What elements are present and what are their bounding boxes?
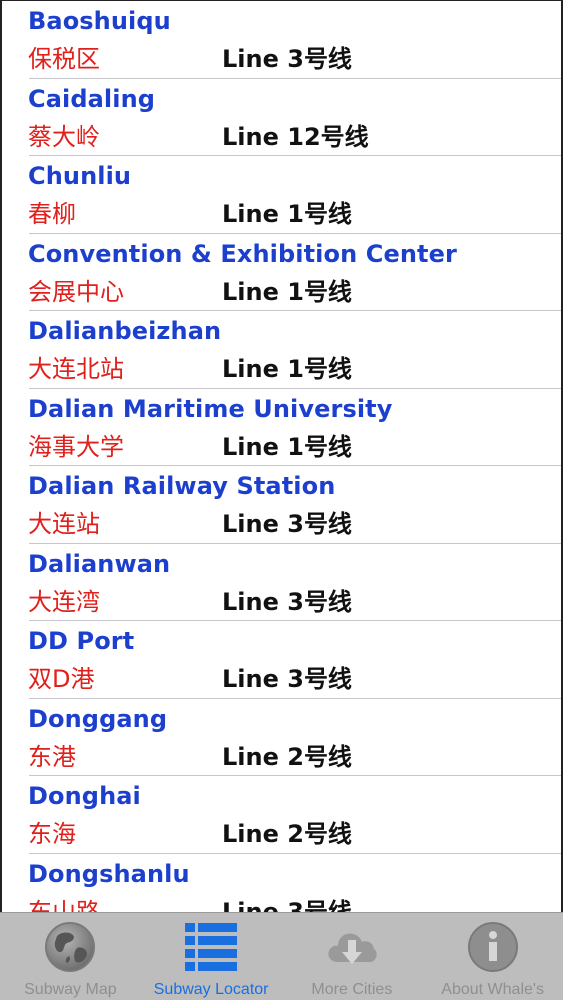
station-name-cn: 会展中心 — [28, 277, 124, 306]
station-name-cn: 东山路 — [28, 897, 100, 913]
tab-label: About Whale's — [441, 981, 544, 998]
station-name-en: Caidaling — [28, 84, 156, 113]
station-name-en: Dalian Railway Station — [28, 472, 336, 500]
cloud-download-icon — [324, 919, 380, 975]
station-name-cn: 春柳 — [28, 200, 76, 228]
station-name-en: Dongshanlu — [28, 859, 190, 888]
station-name-cn: 东海 — [28, 820, 76, 848]
station-line: Line 3号线 — [222, 897, 352, 913]
station-row[interactable]: Baoshuiqu 保税区 Line 3号线 — [2, 1, 561, 79]
station-line: Line 3号线 — [222, 587, 352, 616]
station-name-en: Chunliu — [28, 162, 132, 190]
station-name-en: Dalianbeizhan — [28, 317, 222, 345]
station-row[interactable]: Donghai 东海 Line 2号线 — [2, 776, 561, 854]
tab-label: More Cities — [311, 981, 393, 998]
station-line: Line 1号线 — [222, 200, 352, 228]
station-name-en: Dalian Maritime University — [28, 394, 393, 423]
station-line: Line 12号线 — [222, 122, 369, 151]
globe-icon — [42, 919, 98, 975]
station-line: Line 1号线 — [222, 355, 352, 383]
tab-label: Subway Map — [24, 981, 117, 998]
station-name-en: Convention & Exhibition Center — [28, 239, 457, 268]
tab-subway-locator[interactable]: Subway Locator — [141, 913, 282, 1000]
station-name-cn: 大连北站 — [28, 355, 124, 383]
station-line: Line 3号线 — [222, 45, 352, 73]
tab-subway-map[interactable]: Subway Map — [0, 913, 141, 1000]
station-list[interactable]: Baoshuiqu 保税区 Line 3号线 Caidaling 蔡大岭 Lin… — [0, 0, 563, 912]
station-name-en: DD Port — [28, 627, 135, 655]
station-row[interactable]: Dalianwan 大连湾 Line 3号线 — [2, 544, 561, 622]
tab-bar: Subway Map Subway Locator More Cities Ab… — [0, 912, 563, 1000]
station-line: Line 3号线 — [222, 510, 352, 538]
station-row[interactable]: Caidaling 蔡大岭 Line 12号线 — [2, 79, 561, 157]
station-line: Line 1号线 — [222, 277, 352, 306]
tab-more-cities[interactable]: More Cities — [282, 913, 423, 1000]
station-row[interactable]: Donggang 东港 Line 2号线 — [2, 699, 561, 777]
list-icon — [183, 919, 239, 975]
station-row[interactable]: DD Port 双D港 Line 3号线 — [2, 621, 561, 699]
station-line: Line 2号线 — [222, 820, 352, 848]
station-name-cn: 海事大学 — [28, 432, 124, 461]
station-row[interactable]: Convention & Exhibition Center 会展中心 Line… — [2, 234, 561, 312]
station-line: Line 2号线 — [222, 742, 352, 771]
tab-about[interactable]: About Whale's — [422, 913, 563, 1000]
station-name-cn: 大连湾 — [28, 587, 100, 616]
station-name-en: Donggang — [28, 704, 168, 733]
station-row[interactable]: Dalian Maritime University 海事大学 Line 1号线 — [2, 389, 561, 467]
station-line: Line 3号线 — [222, 665, 352, 693]
station-name-cn: 东港 — [28, 742, 76, 771]
station-name-en: Dalianwan — [28, 549, 171, 578]
station-name-cn: 保税区 — [28, 45, 100, 73]
station-name-en: Donghai — [28, 782, 141, 810]
station-row[interactable]: Chunliu 春柳 Line 1号线 — [2, 156, 561, 234]
subway-locator-screen: Baoshuiqu 保税区 Line 3号线 Caidaling 蔡大岭 Lin… — [0, 0, 563, 1000]
station-line: Line 1号线 — [222, 432, 352, 461]
info-icon — [465, 919, 521, 975]
station-name-cn: 双D港 — [28, 665, 95, 693]
station-row[interactable]: Dongshanlu 东山路 Line 3号线 — [2, 854, 561, 913]
station-name-en: Baoshuiqu — [28, 7, 171, 35]
station-row[interactable]: Dalian Railway Station 大连站 Line 3号线 — [2, 466, 561, 544]
tab-label: Subway Locator — [153, 981, 269, 998]
station-row[interactable]: Dalianbeizhan 大连北站 Line 1号线 — [2, 311, 561, 389]
station-name-cn: 蔡大岭 — [28, 122, 100, 151]
station-name-cn: 大连站 — [28, 510, 100, 538]
